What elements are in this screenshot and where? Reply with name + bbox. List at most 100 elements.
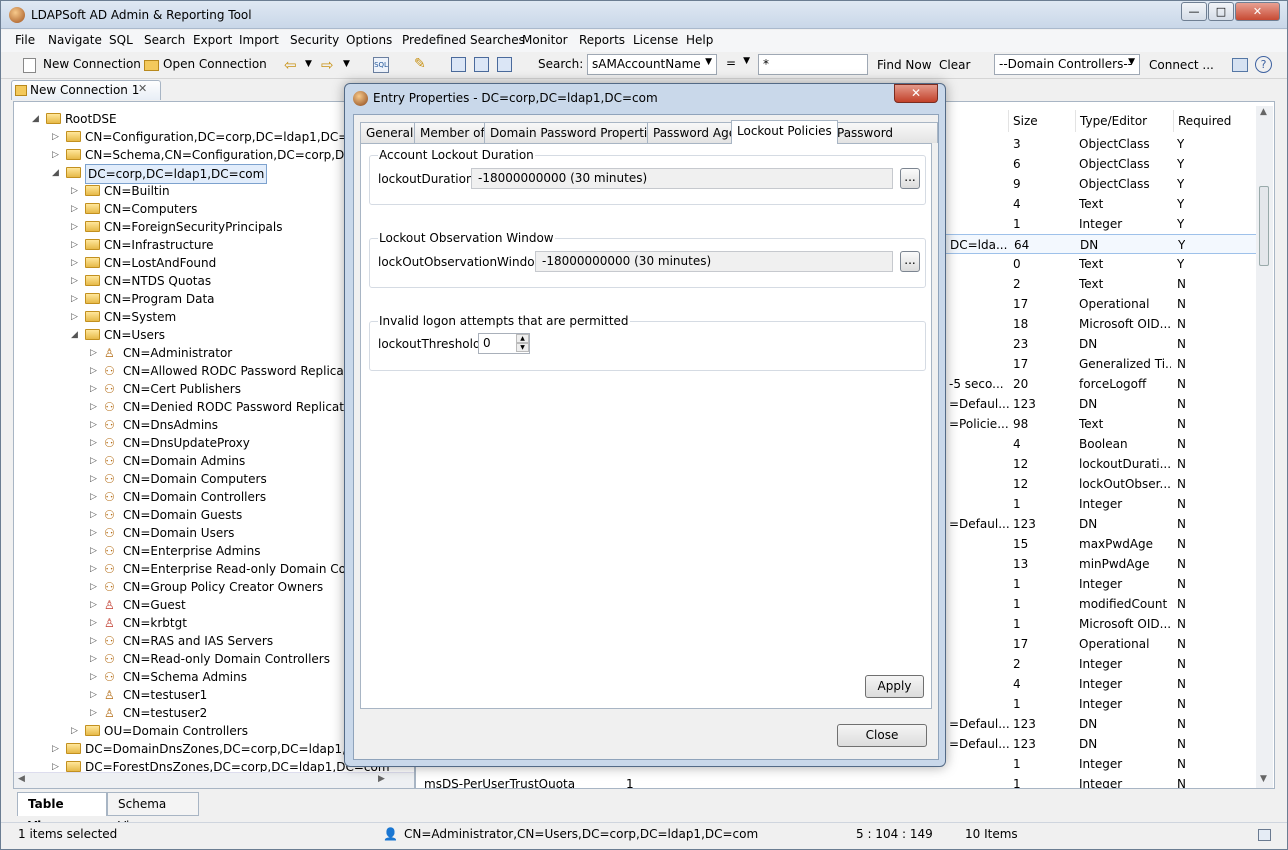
- tab-new-connection-1[interactable]: New Connection 1 ✕: [11, 80, 161, 100]
- menu-license[interactable]: License: [633, 33, 678, 47]
- spin-up-icon[interactable]: ▲: [516, 334, 529, 343]
- collapsed-arrow-icon[interactable]: ▷: [71, 290, 81, 308]
- open-connection-button[interactable]: Open Connection: [163, 57, 267, 71]
- forward-dropdown-icon[interactable]: ▼: [343, 59, 350, 69]
- collapsed-arrow-icon[interactable]: ▷: [52, 128, 62, 146]
- collapsed-arrow-icon[interactable]: ▷: [71, 272, 81, 290]
- menu-file[interactable]: File: [15, 33, 35, 47]
- lockout-observation-browse-button[interactable]: ...: [900, 251, 920, 272]
- menu-monitor[interactable]: Monitor: [522, 33, 568, 47]
- collapsed-arrow-icon[interactable]: ▷: [71, 254, 81, 272]
- spin-down-icon[interactable]: ▼: [516, 343, 529, 352]
- operator-select[interactable]: = ▼: [722, 54, 754, 75]
- collapsed-arrow-icon[interactable]: ▷: [90, 686, 100, 704]
- expanded-arrow-icon[interactable]: ◢: [52, 164, 62, 182]
- find-now-button[interactable]: Find Now: [877, 58, 932, 72]
- column-header-required[interactable]: Required: [1173, 110, 1253, 132]
- scroll-left-icon[interactable]: ◀: [18, 774, 25, 784]
- tab-password-length[interactable]: Password Length: [831, 122, 938, 160]
- collapsed-arrow-icon[interactable]: ▷: [71, 236, 81, 254]
- collapsed-arrow-icon[interactable]: ▷: [90, 632, 100, 650]
- tab-general[interactable]: General: [360, 122, 420, 143]
- collapsed-arrow-icon[interactable]: ▷: [52, 740, 62, 758]
- back-arrow-icon[interactable]: ⇦: [284, 56, 297, 74]
- collapsed-arrow-icon[interactable]: ▷: [90, 488, 100, 506]
- scroll-down-icon[interactable]: ▼: [1260, 774, 1267, 784]
- collapsed-arrow-icon[interactable]: ▷: [52, 146, 62, 164]
- edit-pencil-icon[interactable]: ✎: [414, 56, 426, 72]
- tab-table-view[interactable]: Table View: [17, 792, 107, 833]
- domain-controller-select[interactable]: --Domain Controllers-- ▼: [994, 54, 1140, 75]
- collapsed-arrow-icon[interactable]: ▷: [71, 200, 81, 218]
- collapsed-arrow-icon[interactable]: ▷: [90, 470, 100, 488]
- tab-member-of[interactable]: Member of: [414, 122, 491, 143]
- apply-button[interactable]: Apply: [865, 675, 924, 698]
- menu-help[interactable]: Help: [686, 33, 713, 47]
- search-attribute-select[interactable]: sAMAccountName ▼: [587, 54, 717, 75]
- collapsed-arrow-icon[interactable]: ▷: [90, 506, 100, 524]
- print-icon[interactable]: [1232, 58, 1248, 72]
- search-value-input[interactable]: *: [758, 54, 868, 75]
- lockout-threshold-spinner[interactable]: 0 ▲ ▼: [478, 333, 530, 354]
- collapsed-arrow-icon[interactable]: ▷: [90, 704, 100, 722]
- collapsed-arrow-icon[interactable]: ▷: [90, 362, 100, 380]
- menu-sql[interactable]: SQL: [109, 33, 133, 47]
- collapsed-arrow-icon[interactable]: ▷: [90, 380, 100, 398]
- lockout-duration-field[interactable]: -18000000000 (30 minutes): [471, 168, 893, 189]
- menu-search[interactable]: Search: [144, 33, 185, 47]
- collapsed-arrow-icon[interactable]: ▷: [90, 398, 100, 416]
- tree-horizontal-scrollbar[interactable]: ◀ ▶: [14, 772, 414, 788]
- menu-navigate[interactable]: Navigate: [48, 33, 102, 47]
- back-dropdown-icon[interactable]: ▼: [305, 59, 312, 69]
- collapsed-arrow-icon[interactable]: ▷: [90, 578, 100, 596]
- expanded-arrow-icon[interactable]: ◢: [71, 326, 81, 344]
- collapsed-arrow-icon[interactable]: ▷: [90, 344, 100, 362]
- menu-security[interactable]: Security: [290, 33, 339, 47]
- collapsed-arrow-icon[interactable]: ▷: [90, 452, 100, 470]
- tab-schema-view[interactable]: Schema View: [107, 792, 199, 833]
- grid-vertical-scrollbar[interactable]: ▲ ▼: [1256, 106, 1273, 788]
- scroll-up-icon[interactable]: ▲: [1260, 107, 1267, 117]
- collapsed-arrow-icon[interactable]: ▷: [90, 416, 100, 434]
- forward-arrow-icon[interactable]: ⇨: [321, 56, 334, 74]
- collapsed-arrow-icon[interactable]: ▷: [90, 434, 100, 452]
- clear-button[interactable]: Clear: [939, 58, 970, 72]
- tab-password-age[interactable]: Password Age: [647, 122, 743, 143]
- lockout-duration-browse-button[interactable]: ...: [900, 168, 920, 189]
- collapsed-arrow-icon[interactable]: ▷: [90, 524, 100, 542]
- connect-button[interactable]: Connect ...: [1149, 58, 1214, 72]
- menu-reports[interactable]: Reports: [579, 33, 625, 47]
- menu-options[interactable]: Options: [346, 33, 392, 47]
- menu-predefined-searches[interactable]: Predefined Searches: [402, 33, 525, 47]
- collapsed-arrow-icon[interactable]: ▷: [90, 668, 100, 686]
- column-header-type[interactable]: Type/Editor: [1075, 110, 1173, 132]
- export-icon[interactable]: [474, 57, 489, 72]
- table-row[interactable]: msDS-PerUserTrustQuota 1: [416, 774, 1266, 788]
- compare-icon[interactable]: [497, 57, 512, 72]
- collapsed-arrow-icon[interactable]: ▷: [71, 182, 81, 200]
- collapsed-arrow-icon[interactable]: ▷: [90, 596, 100, 614]
- restore-panel-icon[interactable]: [1258, 829, 1271, 841]
- scroll-thumb[interactable]: [1259, 186, 1269, 266]
- collapsed-arrow-icon[interactable]: ▷: [71, 722, 81, 740]
- dialog-close-x-button[interactable]: ✕: [894, 84, 938, 103]
- new-connection-button[interactable]: New Connection: [43, 57, 141, 71]
- collapsed-arrow-icon[interactable]: ▷: [71, 218, 81, 236]
- maximize-button[interactable]: □: [1208, 2, 1234, 21]
- column-header-size[interactable]: Size: [1008, 110, 1075, 132]
- sql-icon[interactable]: SQL: [373, 57, 389, 73]
- menu-import[interactable]: Import: [239, 33, 279, 47]
- collapsed-arrow-icon[interactable]: ▷: [90, 560, 100, 578]
- new-document-icon[interactable]: [23, 58, 36, 73]
- expanded-arrow-icon[interactable]: ◢: [32, 110, 42, 128]
- menu-export[interactable]: Export: [193, 33, 232, 47]
- close-tab-icon[interactable]: ✕: [138, 82, 147, 95]
- collapsed-arrow-icon[interactable]: ▷: [90, 650, 100, 668]
- scroll-right-icon[interactable]: ▶: [378, 774, 385, 784]
- collapsed-arrow-icon[interactable]: ▷: [71, 308, 81, 326]
- lockout-observation-field[interactable]: -18000000000 (30 minutes): [535, 251, 893, 272]
- tab-lockout-policies[interactable]: Lockout Policies: [731, 120, 838, 144]
- help-icon[interactable]: ?: [1255, 56, 1272, 73]
- tab-domain-password-properties[interactable]: Domain Password Properties: [484, 122, 667, 143]
- close-button[interactable]: Close: [837, 724, 927, 747]
